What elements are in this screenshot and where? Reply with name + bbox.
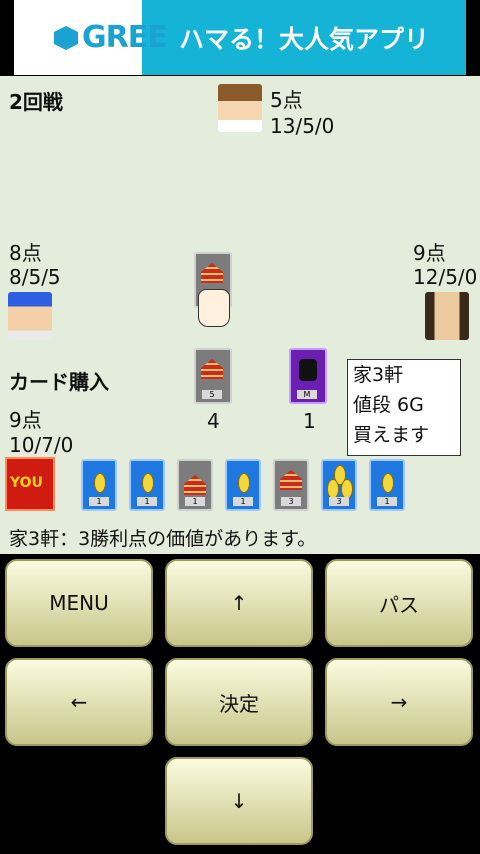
info-status: 買えます bbox=[353, 424, 430, 446]
game-board: 2回戦 5点 13/5/0 8点 8/5/5 9点 12/5/0 カード購入 5… bbox=[0, 76, 480, 554]
supply-card-monster[interactable]: M bbox=[289, 348, 327, 404]
supply-count-monster: 1 bbox=[303, 409, 316, 433]
card-value: 5 bbox=[202, 390, 222, 399]
ad-banner[interactable]: GREE ハマる！大人気アプリ bbox=[14, 0, 466, 75]
round-label: 2回戦 bbox=[9, 90, 63, 114]
house-icon bbox=[201, 359, 223, 379]
card-info-box: 家3軒 値段 6G 買えます bbox=[347, 359, 461, 456]
gree-logo: GREE bbox=[14, 0, 168, 75]
my-stats: 10/7/0 bbox=[9, 433, 74, 457]
card-value: 1 bbox=[185, 497, 205, 506]
coin-icon bbox=[94, 473, 106, 493]
card-value: 1 bbox=[89, 497, 109, 506]
pass-button[interactable]: パス bbox=[325, 559, 473, 647]
up-button[interactable]: ↑ bbox=[165, 559, 313, 647]
house-icon bbox=[280, 470, 302, 490]
left-button[interactable]: ← bbox=[5, 658, 153, 746]
top-player-points: 5点 bbox=[270, 88, 303, 112]
my-points: 9点 bbox=[9, 408, 42, 432]
gree-hex-icon bbox=[54, 26, 78, 50]
right-player-points: 9点 bbox=[413, 241, 446, 265]
left-player-points: 8点 bbox=[9, 241, 42, 265]
card-value: 1 bbox=[233, 497, 253, 506]
left-player-stats: 8/5/5 bbox=[9, 265, 61, 289]
card-value: 1 bbox=[137, 497, 157, 506]
right-player-avatar bbox=[425, 292, 469, 340]
card-value: 1 bbox=[377, 497, 397, 506]
you-badge: YOU bbox=[5, 457, 55, 511]
pointer-hand-icon bbox=[198, 289, 230, 327]
monster-icon bbox=[299, 359, 317, 381]
hand-card-coin[interactable]: 1 bbox=[81, 459, 117, 511]
hand-card-coin[interactable]: 1 bbox=[129, 459, 165, 511]
supply-count-house: 4 bbox=[207, 409, 220, 433]
card-value: 3 bbox=[329, 497, 349, 506]
right-button[interactable]: → bbox=[325, 658, 473, 746]
house-icon bbox=[184, 475, 206, 495]
hand-card-house[interactable]: 1 bbox=[177, 459, 213, 511]
phase-label: カード購入 bbox=[9, 370, 109, 394]
top-player-avatar bbox=[218, 84, 262, 132]
card-value: M bbox=[297, 390, 317, 399]
coin-icon bbox=[142, 473, 154, 493]
card-value: 3 bbox=[281, 497, 301, 506]
menu-button[interactable]: MENU bbox=[5, 559, 153, 647]
left-player-avatar bbox=[8, 292, 52, 340]
top-player-stats: 13/5/0 bbox=[270, 114, 335, 138]
banner-ad-text: ハマる！大人気アプリ bbox=[178, 24, 429, 54]
supply-card-house[interactable]: 5 bbox=[194, 348, 232, 404]
confirm-button[interactable]: 決定 bbox=[165, 658, 313, 746]
info-name: 家3軒 bbox=[353, 364, 404, 386]
coin-icon bbox=[238, 473, 250, 493]
hand-card-house[interactable]: 3 bbox=[273, 459, 309, 511]
info-price: 値段 6G bbox=[353, 394, 424, 416]
down-button[interactable]: ↓ bbox=[165, 757, 313, 845]
coin-icon bbox=[341, 479, 353, 499]
message-line: 家3軒：3勝利点の価値があります。 bbox=[9, 528, 317, 550]
right-player-stats: 12/5/0 bbox=[413, 265, 478, 289]
coin-icon bbox=[327, 479, 339, 499]
hand-card-coin[interactable]: 1 bbox=[369, 459, 405, 511]
house-icon bbox=[201, 263, 223, 283]
hand-card-coin[interactable]: 1 bbox=[225, 459, 261, 511]
hand-card-coin3[interactable]: 3 bbox=[321, 459, 357, 511]
coin-icon bbox=[382, 473, 394, 493]
